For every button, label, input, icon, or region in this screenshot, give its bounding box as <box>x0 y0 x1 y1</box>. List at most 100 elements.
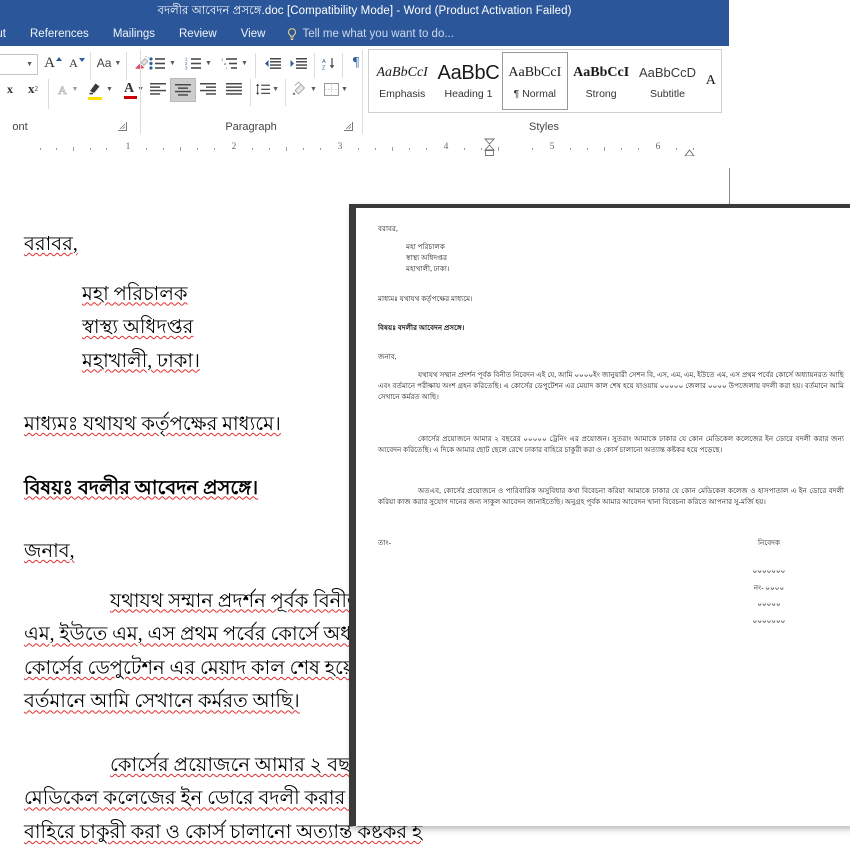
first-line-indent-marker[interactable] <box>483 138 496 156</box>
style-preview-subtitle: AaBbCcD <box>638 64 697 80</box>
font-dialog-launcher[interactable] <box>118 122 128 132</box>
preview-signature-block: তাং- নিবেদক ০০০০০০০ নং- ০০০০ ০০০০০ ০০০০০… <box>378 538 844 629</box>
ruler-number-3: 3 <box>337 142 343 152</box>
style-strong[interactable]: AaBbCcI Strong <box>568 52 634 110</box>
preview-salutation: জনাব, <box>378 352 397 361</box>
ribbon-group-paragraph: ▼ 1 2 3 ▼ 1 a i ▼ A Z ¶ ▼ ▼ ▼ Paragraph <box>142 46 360 136</box>
ruler-number-5: 5 <box>549 142 555 152</box>
ribbon-group-styles: AaBbCcI Emphasis AaBbC Heading 1 AaBbCcI… <box>364 46 729 136</box>
bullets-icon[interactable] <box>146 52 168 74</box>
ruler-number-4: 4 <box>443 142 449 152</box>
preview-signature-line-1: ০০০০০০০ <box>752 567 786 576</box>
ruler-track: 1 2 3 4 5 6 <box>0 141 729 153</box>
ruler-number-2: 2 <box>231 142 237 152</box>
preview-signature-line-3: ০০০০০ <box>757 600 781 609</box>
preview-text: বরাবর, মহা পরিচালক স্বাস্থ্য অধিদপ্তর মহ… <box>378 224 844 630</box>
shrink-font-button[interactable]: A <box>66 52 88 74</box>
style-normal[interactable]: AaBbCcI ¶ Normal <box>501 52 568 110</box>
group-label-font: ont <box>12 121 28 133</box>
right-indent-marker[interactable] <box>684 145 695 157</box>
preview-recipient-1: মহা পরিচালক <box>406 243 445 252</box>
preview-signature-label: নিবেদক <box>757 539 781 548</box>
preview-addressee: বরাবর, <box>378 225 398 233</box>
decrease-indent-icon[interactable] <box>260 52 284 74</box>
svg-text:i: i <box>226 65 227 69</box>
borders-icon[interactable]: ▼ <box>322 78 350 100</box>
style-name-normal: ¶ Normal <box>513 87 557 100</box>
grow-font-button[interactable]: A <box>42 52 64 74</box>
style-preview-emphasis: AaBbCcI <box>376 64 428 80</box>
word-window: বদলীর আবেদন প্রসঙ্গে.doc [Compatibility … <box>0 0 729 168</box>
shrink-font-label: A <box>69 55 78 70</box>
paragraph-dialog-launcher[interactable] <box>344 122 354 132</box>
justify-icon[interactable] <box>222 78 246 100</box>
screen: বদলীর আবেদন প্রসঙ্গে.doc [Compatibility … <box>0 0 850 850</box>
style-name-strong: Strong <box>585 87 617 100</box>
style-next-partial[interactable]: A <box>701 52 721 110</box>
title-bar: বদলীর আবেদন প্রসঙ্গে.doc [Compatibility … <box>0 0 729 22</box>
sort-icon[interactable]: A Z <box>318 52 340 74</box>
align-left-icon[interactable] <box>146 78 170 100</box>
group-divider-2 <box>362 50 363 134</box>
preview-through: মাধ্যমঃ যথাযথ কর্তৃপক্ষের মাধ্যমে। <box>378 294 473 303</box>
align-right-icon[interactable] <box>196 78 220 100</box>
preview-date-label: তাং- <box>378 539 391 548</box>
ribbon-group-font: ▼ A A Aa ▼ x x 2 A ▼ ▼ A ont <box>0 46 149 136</box>
tab-layout[interactable]: out <box>0 22 18 46</box>
tab-mailings[interactable]: Mailings <box>101 22 167 46</box>
pilcrow-icon: ¶ <box>352 55 360 70</box>
line-spacing-icon[interactable]: ▼ <box>255 78 279 100</box>
numbering-dropdown[interactable]: ▼ <box>204 56 213 70</box>
superscript-button[interactable]: x2 <box>22 78 44 100</box>
ruler[interactable]: 1 2 3 4 5 6 <box>0 138 729 157</box>
tab-review[interactable]: Review <box>167 22 229 46</box>
numbering-icon[interactable]: 1 2 3 <box>182 52 204 74</box>
style-heading1[interactable]: AaBbC Heading 1 <box>435 52 501 110</box>
ruler-shadow-strip <box>0 156 729 168</box>
preview-paragraph-1: যথাযথ সম্মান প্রদর্শন পূর্বক বিনীত নিবেদ… <box>378 371 844 402</box>
svg-text:3: 3 <box>185 65 188 69</box>
tab-references[interactable]: References <box>18 22 101 46</box>
style-emphasis[interactable]: AaBbCcI Emphasis <box>369 52 435 110</box>
style-preview-normal: AaBbCcI <box>508 64 562 80</box>
styles-gallery[interactable]: AaBbCcI Emphasis AaBbC Heading 1 AaBbCcI… <box>368 49 722 113</box>
align-center-icon[interactable] <box>170 78 196 102</box>
style-name-heading1: Heading 1 <box>444 87 493 100</box>
svg-text:Z: Z <box>322 65 326 70</box>
preview-signature-line-2: নং- ০০০০ <box>753 583 785 592</box>
tell-me-label: Tell me what you want to do... <box>302 28 454 40</box>
style-preview-heading1: AaBbC <box>437 61 500 84</box>
preview-paragraph-3: অতএব, কোর্সের প্রয়োজনে ও পারিবারিক অসুব… <box>378 486 844 507</box>
bullets-dropdown[interactable]: ▼ <box>168 56 177 70</box>
increase-indent-icon[interactable] <box>286 52 310 74</box>
preview-signature-lines: ০০০০০০০ নং- ০০০০ ০০০০০ ০০০০০০০ <box>694 563 844 629</box>
multilevel-list-icon[interactable]: 1 a i <box>218 52 240 74</box>
tab-view[interactable]: View <box>229 22 278 46</box>
ruler-number-6: 6 <box>655 142 661 152</box>
style-name-subtitle: Subtitle <box>649 87 685 100</box>
style-subtitle[interactable]: AaBbCcD Subtitle <box>634 52 700 110</box>
preview-recipient-2: স্বাস্থ্য অধিদপ্তর <box>406 254 448 263</box>
text-effects-button[interactable]: A ▼ <box>52 78 82 100</box>
change-case-label: Aa <box>96 56 112 70</box>
group-divider-1 <box>140 50 141 134</box>
tell-me-box[interactable]: Tell me what you want to do... <box>287 27 454 41</box>
grow-font-label: A <box>44 54 55 71</box>
highlight-color-button[interactable]: ▼ <box>84 78 116 100</box>
style-preview-strong: AaBbCcI <box>573 64 630 80</box>
preview-subject: বিষয়ঃ বদলীর আবেদন প্রসঙ্গে। <box>378 323 465 332</box>
change-case-button[interactable]: Aa ▼ <box>94 52 124 74</box>
multilevel-dropdown[interactable]: ▼ <box>240 56 249 70</box>
font-color-label: A <box>123 81 135 96</box>
lightbulb-icon <box>287 27 297 41</box>
ribbon: ▼ A A Aa ▼ x x 2 A ▼ ▼ A ont ▼ 1 2 3 ▼ 1… <box>0 46 729 139</box>
show-formatting-marks-button[interactable]: ¶ <box>346 52 366 74</box>
subscript-button[interactable]: x <box>2 78 18 100</box>
preview-paragraph-2: কোর্সের প্রয়োজনে আমার ২ বছরের ০০০০০ ট্র… <box>378 434 844 454</box>
font-size-box[interactable]: ▼ <box>0 54 38 75</box>
document-preview-overlay[interactable]: বরাবর, মহা পরিচালক স্বাস্থ্য অধিদপ্তর মহ… <box>349 204 850 826</box>
group-label-styles: Styles <box>529 121 559 133</box>
ruler-number-1: 1 <box>125 142 131 152</box>
subscript-label: x <box>7 81 13 96</box>
shading-icon[interactable]: ▼ <box>290 78 318 100</box>
